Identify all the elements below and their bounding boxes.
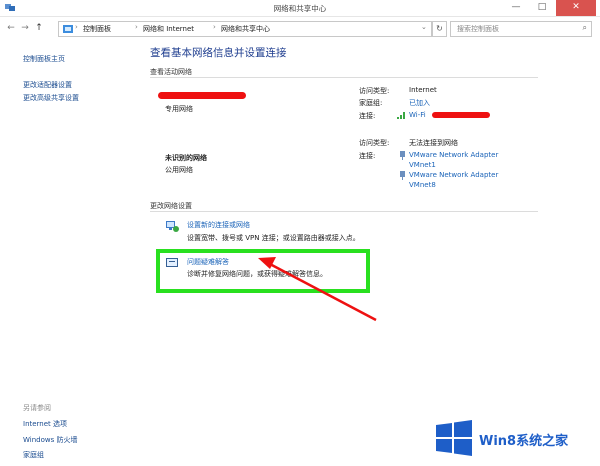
active-networks-heading: 查看活动网络 xyxy=(150,68,192,76)
sidebar-link-advanced-sharing[interactable]: 更改高级共享设置 xyxy=(23,93,79,103)
vmnet8-link[interactable]: VMnet8 xyxy=(409,181,436,189)
setup-new-connection-desc: 设置宽带、拨号或 VPN 连接；或设置路由器或接入点。 xyxy=(187,234,360,242)
new-connection-icon xyxy=(166,221,179,232)
search-placeholder: 搜索控制面板 xyxy=(457,25,499,33)
wifi-connection-link[interactable]: Wi-Fi xyxy=(409,111,426,119)
network1-homegroup-label: 家庭组: xyxy=(359,99,383,107)
vmware-adapter-link[interactable]: VMware Network Adapter xyxy=(409,171,498,179)
network2-access-value: 无法连接到网络 xyxy=(409,139,458,147)
forward-button[interactable]: → xyxy=(20,22,30,34)
network2-name: 未识别的网络 xyxy=(165,154,207,162)
breadcrumb-control-panel[interactable]: 控制面板 xyxy=(83,24,111,34)
change-settings-heading: 更改网络设置 xyxy=(150,202,192,210)
section-divider xyxy=(150,211,538,212)
network2-connection-label: 连接: xyxy=(359,152,376,160)
sidebar-link-adapter-settings[interactable]: 更改适配器设置 xyxy=(23,80,72,90)
network-adapter-icon xyxy=(400,171,405,180)
section-divider xyxy=(150,77,538,78)
vmnet1-link[interactable]: VMnet1 xyxy=(409,161,436,169)
breadcrumb-separator: › xyxy=(135,23,138,31)
see-also-title: 另请参阅 xyxy=(23,404,51,412)
network-adapter-icon xyxy=(400,151,405,160)
maximize-button[interactable]: □ xyxy=(530,0,554,16)
back-button[interactable]: ← xyxy=(6,22,16,34)
network2-type: 公用网络 xyxy=(165,166,193,174)
watermark: Win8系统之家 xyxy=(436,420,594,460)
up-button[interactable]: ↑ xyxy=(34,22,44,34)
minimize-button[interactable]: — xyxy=(504,0,528,16)
breadcrumb-separator: › xyxy=(75,23,78,31)
search-input[interactable]: 搜索控制面板 ⌕ xyxy=(450,21,592,37)
search-icon[interactable]: ⌕ xyxy=(583,23,587,33)
network1-connection-label: 连接: xyxy=(359,112,376,120)
control-panel-icon xyxy=(63,25,73,33)
network1-access-value: Internet xyxy=(409,86,437,94)
breadcrumb-separator: › xyxy=(213,23,216,31)
breadcrumb-network-sharing-center[interactable]: 网络和共享中心 xyxy=(221,24,270,34)
sidebar-link-internet-options[interactable]: Internet 选项 xyxy=(23,419,67,429)
address-bar[interactable]: › 控制面板 › 网络和 Internet › 网络和共享中心 ⌄ xyxy=(58,21,432,37)
breadcrumb-network-internet[interactable]: 网络和 Internet xyxy=(143,24,194,34)
network1-access-label: 访问类型: xyxy=(359,87,390,95)
windows-logo-icon xyxy=(436,420,472,456)
redacted-wifi-name xyxy=(432,112,490,118)
sidebar-link-firewall[interactable]: Windows 防火墙 xyxy=(23,435,77,445)
network2-access-label: 访问类型: xyxy=(359,139,390,147)
sidebar-link-homegroup[interactable]: 家庭组 xyxy=(23,450,44,460)
highlight-box xyxy=(156,249,370,293)
close-button[interactable]: ✕ xyxy=(556,0,596,16)
address-dropdown-icon[interactable]: ⌄ xyxy=(421,23,427,31)
setup-new-connection-link[interactable]: 设置新的连接或网络 xyxy=(187,220,250,230)
homegroup-joined-link[interactable]: 已加入 xyxy=(409,98,430,108)
title-bar: 网络和共享中心 — □ ✕ xyxy=(0,0,600,17)
watermark-text: Win8系统之家 xyxy=(479,434,569,449)
page-title: 查看基本网络信息并设置连接 xyxy=(150,47,287,59)
refresh-button[interactable]: ↻ xyxy=(432,21,447,37)
address-row: ← → ↑ › 控制面板 › 网络和 Internet › 网络和共享中心 ⌄ … xyxy=(0,17,600,39)
network1-type: 专用网络 xyxy=(165,105,193,113)
sidebar-link-home[interactable]: 控制面板主页 xyxy=(23,54,65,64)
redacted-network-name xyxy=(158,92,246,99)
vmware-adapter-link[interactable]: VMware Network Adapter xyxy=(409,151,498,159)
wifi-signal-icon xyxy=(397,112,405,119)
